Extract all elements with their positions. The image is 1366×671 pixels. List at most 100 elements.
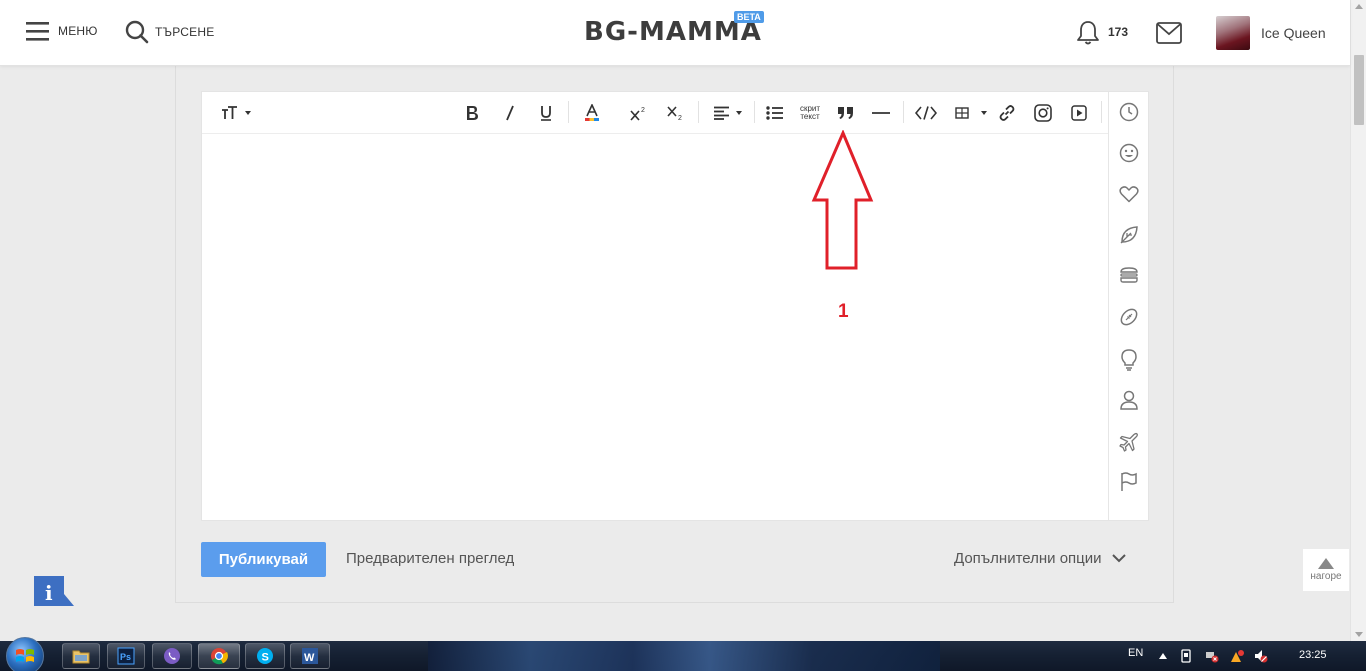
bullet-list-icon <box>766 106 783 120</box>
hidden-text-button[interactable]: скрит текст <box>796 102 824 124</box>
subscript-icon: 2 <box>667 106 682 121</box>
beta-badge: BETA <box>733 11 764 23</box>
toolbar-separator <box>568 101 569 123</box>
windows-logo-icon <box>16 649 34 662</box>
search-button[interactable]: ТЪРСЕНЕ <box>125 20 214 44</box>
text-color-button[interactable] <box>580 102 604 124</box>
flags-tab[interactable] <box>1118 471 1140 493</box>
recent-emoji-tab[interactable] <box>1118 101 1140 123</box>
code-button[interactable] <box>913 102 939 124</box>
plane-icon <box>1119 432 1138 452</box>
viber-icon <box>164 648 180 664</box>
smileys-tab[interactable] <box>1118 142 1140 164</box>
device-tray-icon[interactable] <box>1180 649 1192 663</box>
italic-button[interactable] <box>498 102 522 124</box>
taskbar-chrome[interactable] <box>198 643 240 669</box>
nature-tab[interactable] <box>1118 224 1140 246</box>
instagram-icon <box>1034 104 1052 122</box>
horizontal-rule-icon <box>872 112 890 114</box>
language-indicator[interactable]: EN <box>1128 647 1143 659</box>
network-tray-icon[interactable] <box>1205 649 1219 663</box>
heart-icon <box>1119 186 1139 203</box>
hidden-text-line2: текст <box>800 112 820 121</box>
football-icon <box>1120 308 1138 326</box>
word-icon: W <box>302 648 318 664</box>
text-color-icon <box>585 104 599 121</box>
burger-icon <box>1120 267 1138 283</box>
avatar[interactable] <box>1216 16 1250 50</box>
underline-button[interactable] <box>534 102 558 124</box>
smiley-icon <box>1119 143 1139 163</box>
subscript-button[interactable]: 2 <box>663 102 687 124</box>
messages-button[interactable] <box>1156 22 1182 49</box>
menu-button[interactable]: МЕНЮ <box>26 20 98 42</box>
post-text-area[interactable] <box>202 134 1108 520</box>
post-editor: 2 2 скрит текст <box>201 91 1149 521</box>
info-icon[interactable]: i <box>34 576 74 606</box>
search-icon <box>125 20 149 44</box>
taskbar-clock[interactable]: 23:25 <box>1299 649 1327 661</box>
publish-button[interactable]: Публикувай <box>201 542 326 577</box>
scroll-down-arrow[interactable] <box>1355 632 1363 637</box>
photoshop-icon: Ps <box>117 647 135 665</box>
preview-button[interactable]: Предварителен преглед <box>346 550 514 567</box>
tray-expand-icon[interactable] <box>1159 653 1167 659</box>
taskbar-skype[interactable]: S <box>245 643 285 669</box>
windows-taskbar: Ps S W EN <box>0 637 1366 671</box>
bullet-list-button[interactable] <box>764 102 786 124</box>
quote-button[interactable] <box>834 102 858 124</box>
horizontal-rule-button[interactable] <box>870 102 892 124</box>
volume-muted-icon[interactable] <box>1254 649 1268 663</box>
emoji-category-bar <box>1108 92 1148 520</box>
extra-options-toggle[interactable]: Допълнителни опции <box>954 550 1126 567</box>
svg-text:Ps: Ps <box>120 652 131 662</box>
menu-label: МЕНЮ <box>58 24 98 38</box>
site-logo[interactable]: BG-MAMMA BETA <box>584 11 764 49</box>
table-button[interactable] <box>950 102 992 124</box>
svg-text:2: 2 <box>641 107 645 114</box>
people-tab[interactable] <box>1118 389 1140 411</box>
quote-icon <box>838 107 853 119</box>
notifications-count: 173 <box>1108 25 1129 39</box>
dropdown-caret-icon <box>736 111 742 115</box>
video-button[interactable] <box>1068 102 1090 124</box>
table-icon <box>955 107 969 119</box>
bold-button[interactable] <box>460 102 484 124</box>
hearts-tab[interactable] <box>1118 183 1140 205</box>
food-tab[interactable] <box>1118 264 1140 286</box>
annotation-arrow-icon <box>811 130 874 270</box>
notifications-button[interactable] <box>1076 20 1100 51</box>
superscript-button[interactable]: 2 <box>626 102 650 124</box>
action-center-icon[interactable] <box>1230 649 1244 663</box>
toolbar-separator <box>903 101 904 123</box>
taskbar-explorer[interactable] <box>62 643 100 669</box>
triangle-up-icon <box>1318 558 1334 569</box>
link-button[interactable] <box>996 102 1018 124</box>
scroll-to-top-button[interactable]: нагоре <box>1303 549 1349 591</box>
align-button[interactable] <box>710 102 746 124</box>
sports-tab[interactable] <box>1118 306 1140 328</box>
scroll-thumb[interactable] <box>1354 55 1364 125</box>
taskbar-background <box>428 641 940 671</box>
start-button[interactable] <box>6 637 44 671</box>
chrome-icon <box>211 648 228 665</box>
toolbar-separator <box>698 101 699 123</box>
taskbar-word[interactable]: W <box>290 643 330 669</box>
superscript-icon: 2 <box>630 107 645 121</box>
hamburger-icon <box>26 22 49 41</box>
scroll-up-arrow[interactable] <box>1355 4 1363 9</box>
travel-tab[interactable] <box>1118 431 1140 453</box>
taskbar-viber[interactable] <box>152 643 192 669</box>
video-play-icon <box>1071 105 1087 121</box>
link-icon <box>999 105 1015 121</box>
username[interactable]: Ice Queen <box>1261 25 1326 41</box>
taskbar-photoshop[interactable]: Ps <box>107 643 145 669</box>
scroll-to-top-label: нагоре <box>1310 571 1342 582</box>
font-size-button[interactable] <box>216 102 256 124</box>
bell-icon <box>1077 21 1099 45</box>
instagram-button[interactable] <box>1031 102 1055 124</box>
toolbar-separator <box>1101 101 1102 123</box>
page-scrollbar[interactable] <box>1350 0 1366 641</box>
font-size-icon <box>222 106 237 119</box>
objects-tab[interactable] <box>1118 349 1140 371</box>
